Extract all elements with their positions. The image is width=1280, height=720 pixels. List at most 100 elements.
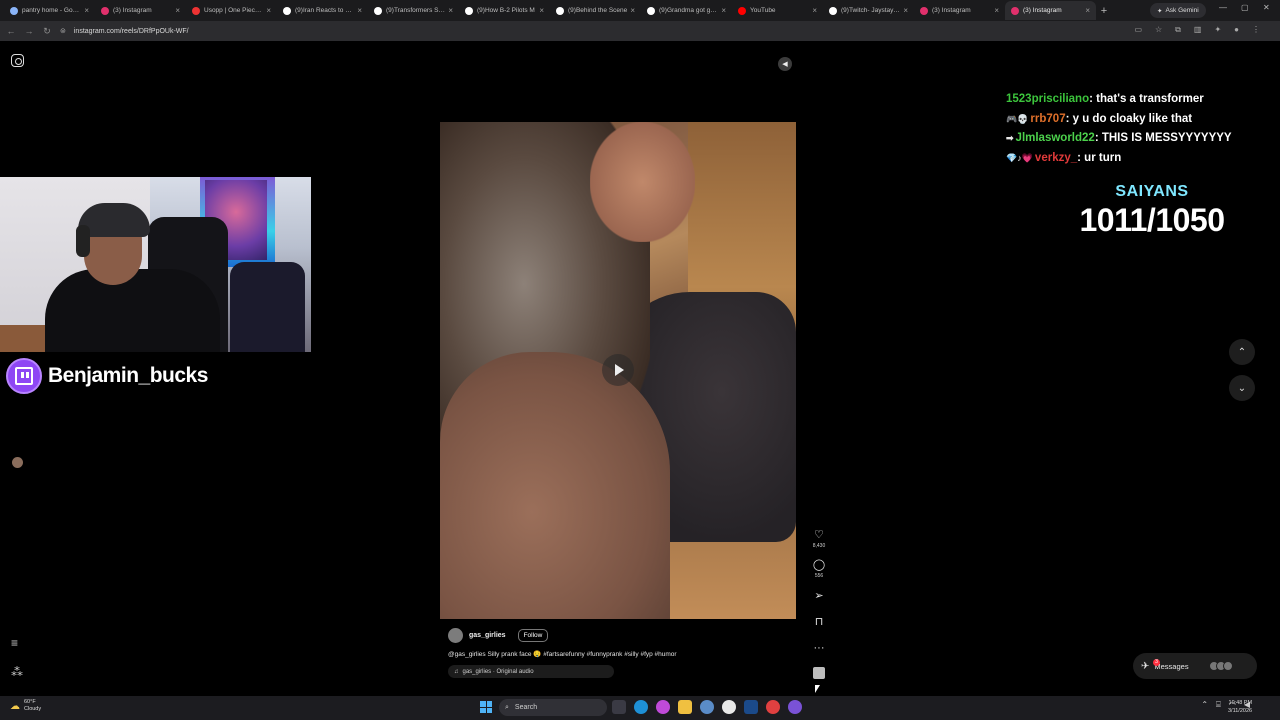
forward-icon[interactable]: → (22, 26, 36, 36)
browser-tab[interactable]: (9)Transformers Stor × (368, 1, 459, 20)
reel-letterbox (440, 52, 796, 122)
bookmark-icon[interactable]: ⊓ (815, 616, 824, 628)
audio-thumbnail[interactable] (813, 667, 825, 679)
audio-pill[interactable]: ♫ gas_girlies · Original audio (448, 665, 614, 678)
heart-icon[interactable]: ♡ (814, 529, 824, 541)
browser-tab[interactable]: (9)Twitch- Jaystayup × (823, 1, 914, 20)
cast-icon[interactable]: ▭ (1134, 25, 1142, 35)
tab-close-icon[interactable]: × (175, 6, 180, 15)
tab-close-icon[interactable]: × (994, 6, 999, 15)
file-explorer-icon[interactable] (678, 700, 692, 714)
taskbar-clock[interactable]: 10:48 PM 3/11/2026 (1228, 699, 1252, 715)
sparkle-icon: ✦ (1157, 7, 1163, 15)
reel-caption: gas_girlies Follow @gas_girlies Silly pr… (440, 619, 796, 686)
reel-video[interactable] (440, 122, 796, 619)
address-bar-row: ← → ↻ ⊜ instagram.com/reels/DRfPpOUk-WF/… (0, 21, 1280, 41)
ask-gemini-button[interactable]: ✦ Ask Gemini (1150, 3, 1206, 18)
tab-close-icon[interactable]: × (266, 6, 271, 15)
tab-favicon-icon (647, 6, 655, 15)
gemini-icon[interactable]: ✦ (1214, 25, 1221, 35)
new-tab-icon[interactable]: + (1096, 5, 1112, 17)
browser-tab[interactable]: (9)Behind the Scene × (550, 1, 641, 20)
copilot-icon[interactable] (656, 700, 670, 714)
streamer-name: Benjamin_bucks (48, 364, 208, 387)
author-username[interactable]: gas_girlies (469, 632, 506, 639)
browser-tab[interactable]: (9)Grandma got gam × (641, 1, 732, 20)
streamer-tag: Benjamin_bucks (6, 358, 208, 394)
task-view-icon[interactable] (612, 700, 626, 714)
tab-close-icon[interactable]: × (1085, 6, 1090, 15)
browser-tab[interactable]: YouTube × (732, 1, 823, 20)
browser-tab[interactable]: Usopp | One Piece Li × (186, 1, 277, 20)
profile-icon[interactable]: ● (1234, 25, 1239, 35)
more-dots-icon[interactable]: ··· (814, 642, 825, 654)
comment-icon[interactable]: ◯ (813, 559, 825, 571)
comment-action[interactable]: ◯ 556 (813, 559, 825, 579)
more-menu-icon[interactable]: ≡ (11, 636, 18, 650)
tray-chevron-icon[interactable]: ⌃ (1201, 700, 1208, 710)
extensions-icon[interactable]: ⧉ (1175, 25, 1181, 35)
cam-chair-2 (230, 262, 305, 352)
like-count: 8,430 (812, 543, 826, 549)
app-icon-red[interactable] (766, 700, 780, 714)
browser-tab[interactable]: pantry home - Google × (4, 1, 95, 20)
save-action[interactable]: ⊓ (815, 616, 824, 628)
also-from-meta-icon[interactable]: ⁂ (11, 665, 23, 679)
tab-title: pantry home - Google (22, 7, 82, 14)
browser-tab[interactable]: (3) Instagram × (914, 1, 1005, 20)
maximize-icon[interactable]: ▢ (1241, 3, 1249, 12)
reload-icon[interactable]: ↻ (40, 26, 54, 37)
site-info-icon[interactable]: ⊜ (60, 27, 66, 35)
taskbar-search[interactable]: ⌕ Search (499, 699, 607, 716)
follow-button[interactable]: Follow (517, 629, 549, 642)
author-avatar[interactable] (448, 628, 463, 643)
minimize-icon[interactable]: — (1219, 3, 1227, 12)
play-button[interactable] (602, 354, 634, 386)
tab-close-icon[interactable]: × (812, 6, 817, 15)
tab-title: (9)How B-2 Pilots M (477, 7, 535, 14)
url-field[interactable]: ⊜ instagram.com/reels/DRfPpOUk-WF/ (60, 24, 1120, 38)
more-action[interactable]: ··· (814, 642, 825, 654)
share-icon[interactable]: ➢ (814, 590, 823, 602)
tab-close-icon[interactable]: × (721, 6, 726, 15)
browser-tab[interactable]: (3) Instagram × (95, 1, 186, 20)
weather-widget[interactable]: ☁ 60°F Cloudy (10, 699, 41, 713)
browser-tab[interactable]: (9)How B-2 Pilots M × (459, 1, 550, 20)
next-reel-button[interactable]: ⌄ (1229, 375, 1255, 401)
menu-icon[interactable]: ⋮ (1252, 25, 1260, 35)
weather-text: 60°F Cloudy (24, 699, 42, 712)
chat-message: ➡ Jlmlasworld22: THIS IS MESSYYYYYYY (1006, 129, 1232, 149)
tab-favicon-icon (556, 6, 564, 15)
network-icon[interactable]: ⌸ (1216, 700, 1221, 710)
reel-player[interactable]: ◀ gas_girlies Follow @gas_girlies Silly … (440, 52, 796, 686)
messages-button[interactable]: ✈ 3 Messages (1133, 653, 1257, 679)
steam-icon[interactable] (744, 700, 758, 714)
mouse-cursor-icon (815, 685, 820, 693)
bookmark-star-icon[interactable]: ☆ (1155, 25, 1162, 35)
share-action[interactable]: ➢ (814, 590, 823, 602)
settings-icon[interactable] (700, 700, 714, 714)
back-icon[interactable]: ← (4, 26, 18, 36)
start-button[interactable] (480, 701, 492, 713)
instagram-logo-icon[interactable] (11, 54, 24, 67)
chrome-icon[interactable] (722, 700, 736, 714)
search-label: Search (514, 704, 538, 711)
sidepanel-icon[interactable]: ▥ (1194, 25, 1202, 35)
tab-close-icon[interactable]: × (357, 6, 362, 15)
edge-icon[interactable] (634, 700, 648, 714)
close-window-icon[interactable]: ✕ (1263, 3, 1270, 12)
tab-title: (9)Twitch- Jaystayup (841, 7, 901, 14)
app-icon-purple[interactable] (788, 700, 802, 714)
browser-tab[interactable]: (9)Iran Reacts to Viet × (277, 1, 368, 20)
volume-icon[interactable]: ◀ (778, 57, 792, 71)
tab-close-icon[interactable]: × (539, 6, 544, 15)
like-action[interactable]: ♡ 8,430 (813, 529, 826, 549)
previous-reel-button[interactable]: ⌃ (1229, 339, 1255, 365)
browser-tab[interactable]: (3) Instagram × (1005, 1, 1096, 20)
tab-close-icon[interactable]: × (84, 6, 89, 15)
tab-close-icon[interactable]: × (448, 6, 453, 15)
chat-text: THIS IS MESSYYYYYYY (1101, 132, 1232, 144)
tab-close-icon[interactable]: × (630, 6, 635, 15)
tab-close-icon[interactable]: × (903, 6, 908, 15)
profile-avatar[interactable] (12, 457, 23, 468)
